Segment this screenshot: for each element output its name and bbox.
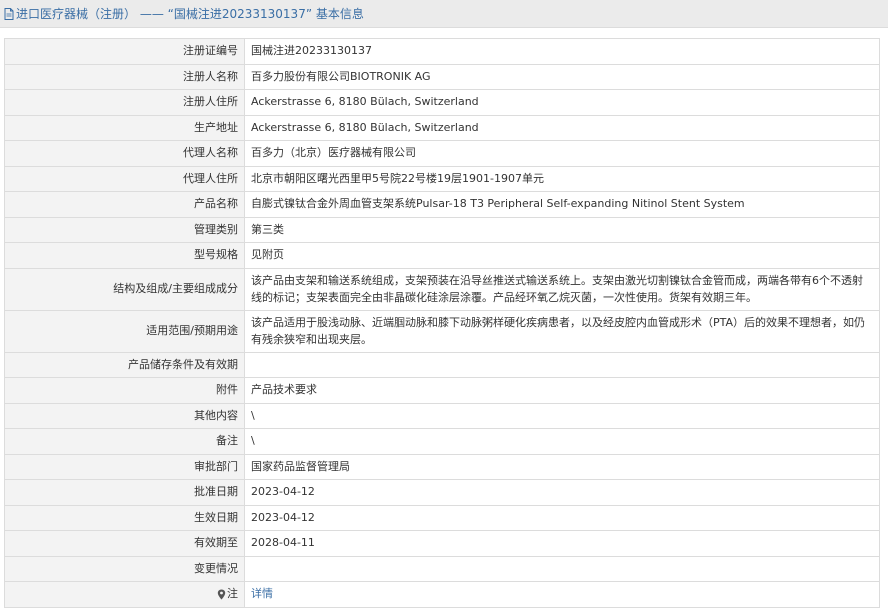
table-row: 结构及组成/主要组成成分 该产品由支架和输送系统组成，支架预装在沿导丝推送式输送…	[4, 267, 880, 311]
page-title-bar: 进口医疗器械（注册） —— “国械注进20233130137” 基本信息	[0, 0, 888, 28]
row-label: 产品名称	[4, 191, 245, 218]
table-row: 批准日期 2023-04-12	[4, 479, 880, 506]
page-title: 进口医疗器械（注册） —— “国械注进20233130137” 基本信息	[16, 7, 364, 21]
row-label: 注	[227, 587, 238, 601]
row-label: 产品储存条件及有效期	[4, 351, 245, 378]
table-row: 管理类别 第三类	[4, 216, 880, 243]
table-row: 备注 \	[4, 428, 880, 455]
table-row: 生产地址 Ackerstrasse 6, 8180 Bülach, Switze…	[4, 114, 880, 141]
note-label-cell: 注	[4, 581, 245, 608]
table-row: 变更情况	[4, 555, 880, 582]
table-row: 注册人名称 百多力股份有限公司BIOTRONIK AG	[4, 63, 880, 90]
table-row: 注册证编号 国械注进20233130137	[4, 38, 880, 65]
row-value: 北京市朝阳区曙光西里甲5号院22号楼19层1901-1907单元	[244, 165, 880, 192]
row-value: 见附页	[244, 242, 880, 269]
row-label: 生效日期	[4, 504, 245, 531]
row-label: 附件	[4, 377, 245, 404]
row-label: 其他内容	[4, 402, 245, 429]
table-row: 其他内容 \	[4, 402, 880, 429]
table-row: 注 详情	[4, 581, 880, 608]
table-row: 代理人住所 北京市朝阳区曙光西里甲5号院22号楼19层1901-1907单元	[4, 165, 880, 192]
info-table: 注册证编号 国械注进20233130137 注册人名称 百多力股份有限公司BIO…	[4, 38, 880, 608]
row-value: 自膨式镍钛合金外周血管支架系统Pulsar-18 T3 Peripheral S…	[244, 191, 880, 218]
row-value: 该产品由支架和输送系统组成，支架预装在沿导丝推送式输送系统上。支架由激光切割镍钛…	[244, 267, 880, 311]
row-value: 2023-04-12	[244, 479, 880, 506]
table-row: 产品储存条件及有效期	[4, 351, 880, 378]
row-value: 2028-04-11	[244, 530, 880, 557]
details-link[interactable]: 详情	[251, 587, 273, 600]
table-row: 代理人名称 百多力（北京）医疗器械有限公司	[4, 140, 880, 167]
row-value: 国家药品监督管理局	[244, 453, 880, 480]
document-icon	[4, 7, 14, 20]
row-value: \	[244, 428, 880, 455]
table-row: 型号规格 见附页	[4, 242, 880, 269]
row-label: 生产地址	[4, 114, 245, 141]
table-row: 适用范围/预期用途 该产品适用于股浅动脉、近端腘动脉和膝下动脉粥样硬化疾病患者，…	[4, 309, 880, 353]
row-label: 代理人名称	[4, 140, 245, 167]
row-label: 注册证编号	[4, 38, 245, 65]
table-row: 生效日期 2023-04-12	[4, 504, 880, 531]
table-row: 附件 产品技术要求	[4, 377, 880, 404]
row-label: 代理人住所	[4, 165, 245, 192]
row-label: 型号规格	[4, 242, 245, 269]
table-row: 有效期至 2028-04-11	[4, 530, 880, 557]
row-value: Ackerstrasse 6, 8180 Bülach, Switzerland	[244, 89, 880, 116]
row-value: 产品技术要求	[244, 377, 880, 404]
row-value: 该产品适用于股浅动脉、近端腘动脉和膝下动脉粥样硬化疾病患者，以及经皮腔内血管成形…	[244, 309, 880, 353]
row-label: 有效期至	[4, 530, 245, 557]
table-row: 产品名称 自膨式镍钛合金外周血管支架系统Pulsar-18 T3 Periphe…	[4, 191, 880, 218]
row-value: \	[244, 402, 880, 429]
row-value: Ackerstrasse 6, 8180 Bülach, Switzerland	[244, 114, 880, 141]
row-label: 适用范围/预期用途	[4, 309, 245, 353]
table-row: 审批部门 国家药品监督管理局	[4, 453, 880, 480]
row-label: 审批部门	[4, 453, 245, 480]
row-label: 管理类别	[4, 216, 245, 243]
row-label: 批准日期	[4, 479, 245, 506]
row-value	[244, 351, 880, 378]
row-value	[244, 555, 880, 582]
row-value: 国械注进20233130137	[244, 38, 880, 65]
row-label: 备注	[4, 428, 245, 455]
row-value: 2023-04-12	[244, 504, 880, 531]
row-value: 百多力股份有限公司BIOTRONIK AG	[244, 63, 880, 90]
row-label: 注册人名称	[4, 63, 245, 90]
pin-icon	[217, 589, 226, 600]
row-label: 变更情况	[4, 555, 245, 582]
row-label: 结构及组成/主要组成成分	[4, 267, 245, 311]
row-value: 详情	[244, 581, 880, 608]
row-label: 注册人住所	[4, 89, 245, 116]
table-row: 注册人住所 Ackerstrasse 6, 8180 Bülach, Switz…	[4, 89, 880, 116]
row-value: 百多力（北京）医疗器械有限公司	[244, 140, 880, 167]
row-value: 第三类	[244, 216, 880, 243]
